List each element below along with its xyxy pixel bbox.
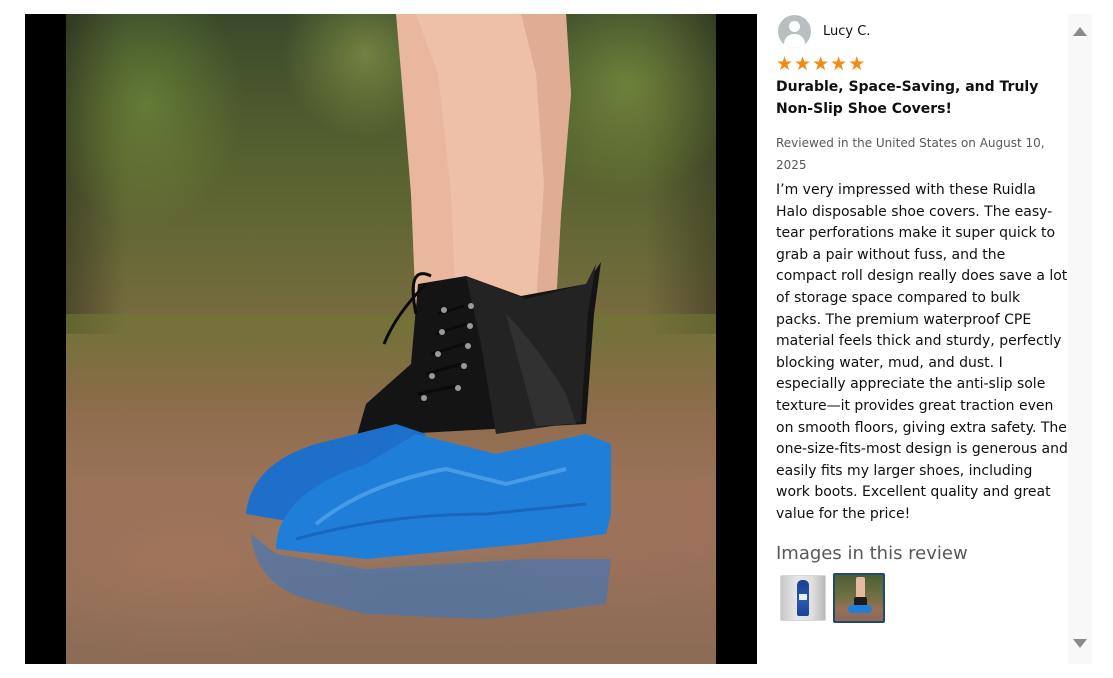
default-user-avatar-icon[interactable]: [778, 14, 811, 48]
review-body: I’m very impressed with these Ruidla Hal…: [776, 182, 1068, 522]
star-icon: ★: [776, 53, 794, 75]
star-icon: ★: [830, 53, 848, 75]
triangle-up-icon[interactable]: [1073, 24, 1087, 38]
reviewer-profile[interactable]: Lucy C.: [776, 14, 1068, 48]
review-scrollbar[interactable]: [1068, 14, 1092, 664]
review-photo-boots-shoe-covers: [66, 14, 716, 664]
review-title: Durable, Space-Saving, and Truly Non-Sli…: [776, 79, 1039, 117]
main-image-viewer: [25, 14, 757, 664]
triangle-down-icon[interactable]: [1073, 636, 1087, 650]
scrollbar-track[interactable]: [1068, 14, 1092, 664]
images-in-review-heading: Images in this review: [776, 542, 968, 564]
review-image-thumbnail-shoe-covers[interactable]: [833, 572, 885, 623]
review-panel: Lucy C. ★ ★ ★ ★ ★ Durable, Space-Saving,…: [776, 14, 1068, 634]
star-rating: ★ ★ ★ ★ ★: [776, 54, 1068, 74]
review-date: Reviewed in the United States on August …: [776, 136, 1045, 172]
review-image-thumbnail-bottle[interactable]: [780, 574, 826, 621]
star-icon: ★: [848, 53, 866, 75]
star-icon: ★: [794, 53, 812, 75]
reviewer-name[interactable]: Lucy C.: [823, 24, 870, 39]
photo-subject: [246, 14, 611, 619]
review-image-thumbnails: [780, 572, 1068, 623]
star-icon: ★: [812, 53, 830, 75]
